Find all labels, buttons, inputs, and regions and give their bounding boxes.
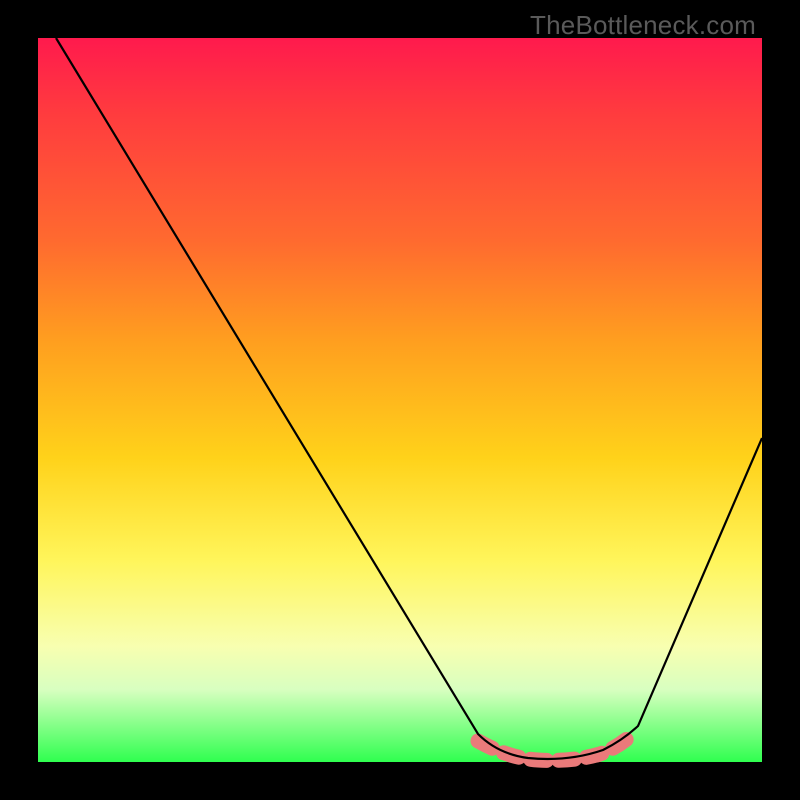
watermark-text: TheBottleneck.com	[530, 10, 756, 41]
chart-frame: TheBottleneck.com	[0, 0, 800, 800]
bottleneck-curve	[56, 38, 762, 759]
plot-area	[38, 38, 762, 762]
curve-layer	[38, 38, 762, 762]
